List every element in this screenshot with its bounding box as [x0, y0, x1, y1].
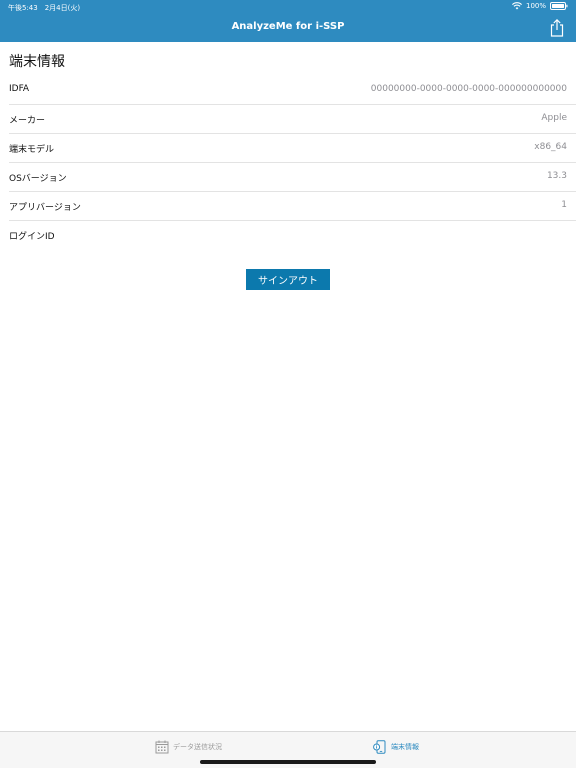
tab-label: データ送信状況 — [173, 743, 222, 751]
info-label: アプリバージョン — [9, 203, 81, 213]
tab-label: 端末情報 — [391, 743, 419, 751]
device-info-icon — [373, 740, 386, 754]
home-indicator — [200, 760, 376, 764]
info-label: IDFA — [9, 84, 30, 94]
info-label: ログインID — [9, 232, 55, 242]
share-icon — [550, 18, 564, 37]
status-time-date: 午後5:43 2月4日(火) — [8, 4, 81, 12]
info-value: 13.3 — [546, 171, 567, 181]
tab-data-status[interactable]: データ送信状況 — [155, 739, 222, 755]
nav-title: AnalyzeMe for i-SSP — [231, 21, 345, 32]
battery-icon — [550, 2, 568, 10]
info-value: 00000000-0000-0000-0000-000000000000 — [370, 84, 567, 94]
tab-device-info[interactable]: 端末情報 — [373, 739, 419, 755]
device-info-list: IDFA 00000000-0000-0000-0000-00000000000… — [0, 76, 576, 249]
share-button[interactable] — [548, 18, 566, 38]
battery-percent: 100% — [525, 2, 546, 10]
info-value: 1 — [561, 200, 567, 210]
top-bar: 午後5:43 2月4日(火) 100% AnalyzeMe for i-SSP — [0, 0, 576, 42]
info-row-maker: メーカー Apple — [9, 105, 576, 134]
info-label: 端末モデル — [9, 145, 55, 155]
signout-button[interactable]: サインアウト — [246, 269, 330, 290]
status-bar: 午後5:43 2月4日(火) 100% — [0, 0, 576, 14]
info-label: OSバージョン — [9, 174, 67, 184]
info-row-os-version: OSバージョン 13.3 — [9, 163, 576, 192]
section-title: 端末情報 — [9, 54, 65, 70]
info-value: x86_64 — [534, 142, 567, 152]
info-row-model: 端末モデル x86_64 — [9, 134, 576, 163]
wifi-icon — [512, 2, 522, 10]
info-row-idfa: IDFA 00000000-0000-0000-0000-00000000000… — [9, 76, 576, 105]
info-label: メーカー — [9, 116, 46, 126]
app-window: 午後5:43 2月4日(火) 100% AnalyzeMe for i-SSP … — [0, 0, 576, 768]
calendar-icon — [155, 740, 169, 754]
status-indicators: 100% — [512, 2, 568, 10]
tab-bar: データ送信状況 端末情報 — [0, 731, 576, 768]
navigation-bar: AnalyzeMe for i-SSP — [0, 14, 576, 42]
info-row-login-id: ログインID — [9, 221, 576, 249]
info-value: Apple — [541, 113, 567, 123]
info-row-app-version: アプリバージョン 1 — [9, 192, 576, 221]
